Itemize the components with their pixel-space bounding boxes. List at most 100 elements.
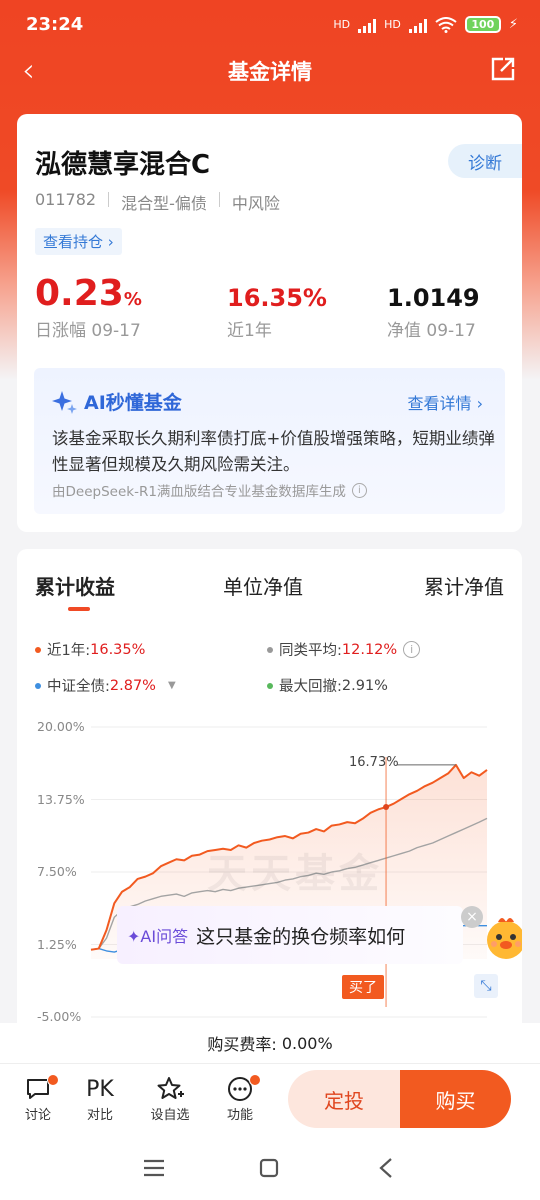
info-icon[interactable]: i xyxy=(351,482,367,498)
ai-source-text: 由DeepSeek-R1满血版结合专业基金数据库生成 xyxy=(52,484,346,500)
fund-type: 混合型-偏债 xyxy=(121,194,207,213)
legend-fund: 近1年: 16.35% xyxy=(35,639,145,660)
daily-change-label: 日涨幅 09-17 xyxy=(35,321,141,341)
nav-label: 净值 09-17 xyxy=(387,321,476,341)
wifi-icon xyxy=(435,16,457,33)
year-return-label: 近1年 xyxy=(227,321,272,341)
ai-qa-tag: ✦AI问答 xyxy=(127,923,188,947)
share-icon[interactable] xyxy=(490,56,516,82)
discuss-button[interactable]: 讨论 xyxy=(13,1074,63,1123)
home-icon[interactable] xyxy=(259,1158,279,1178)
fund-risk: 中风险 xyxy=(231,194,280,213)
legend-dot xyxy=(35,646,41,653)
sparkle-icon xyxy=(52,390,77,414)
back-nav-icon[interactable] xyxy=(378,1157,394,1179)
tab-cumulative-nav[interactable]: 累计净值 xyxy=(424,571,504,600)
ai-summary-text: 该基金采取长久期利率债打底+价值股增强策略，短期业绩弹性显著但规模及久期风险需关… xyxy=(52,429,495,474)
divider xyxy=(218,192,220,207)
compare-label: 对比 xyxy=(86,1108,113,1123)
y-tick-label: 1.25% xyxy=(37,936,77,952)
ai-source-note: 由DeepSeek-R1满血版结合专业基金数据库生成 i xyxy=(52,480,367,500)
mascot-icon[interactable] xyxy=(480,912,522,964)
legend-peer: 同类平均: 12.12% i xyxy=(267,639,421,660)
ai-summary-title-text: AI秒懂基金 xyxy=(84,392,182,414)
fund-summary-card: 泓德慧享混合C 诊断 011782 混合型-偏债 中风险 查看持仓 › 0.23… xyxy=(17,114,522,532)
add-watchlist-button[interactable]: 设自选 xyxy=(145,1074,195,1123)
buy-point xyxy=(383,804,390,811)
legend-dot xyxy=(267,646,273,653)
legend-fund-value: 16.35% xyxy=(90,641,146,658)
status-bar: 23:24 HD HD 100 ⚡ xyxy=(0,0,540,50)
menu-icon[interactable] xyxy=(143,1159,165,1177)
expand-icon[interactable]: ⤡ xyxy=(474,974,498,998)
status-time: 23:24 xyxy=(26,14,84,35)
ai-qa-text: 这只基金的换仓频率如何 xyxy=(196,925,406,948)
view-holdings-link[interactable]: 查看持仓 › xyxy=(35,228,122,255)
y-tick-label: 20.00% xyxy=(37,719,85,734)
legend-fund-label: 近1年: xyxy=(47,643,91,659)
charging-icon: ⚡ xyxy=(508,17,518,32)
purchase-fee-bar: 购买费率: 0.00% xyxy=(0,1023,540,1063)
performance-card: 累计收益 单位净值 累计净值 近1年: 16.35% 同类平均: 12.12% i … xyxy=(17,549,522,1049)
sparkle-icon: ✦ xyxy=(127,927,141,946)
performance-tabs: 累计收益 单位净值 累计净值 xyxy=(17,571,522,611)
active-tab-indicator xyxy=(68,607,90,611)
sip-button[interactable]: 定投 xyxy=(288,1070,400,1128)
fund-name: 泓德慧享混合C xyxy=(35,150,211,180)
pk-icon: PK xyxy=(86,1076,114,1102)
diagnose-button[interactable]: 诊断 xyxy=(448,144,522,178)
ai-summary-title: AI秒懂基金 xyxy=(52,388,182,415)
daily-change-unit: % xyxy=(123,289,142,310)
metric-daily-change: 0.23% 日涨幅 09-17 xyxy=(35,273,142,342)
signal-icon xyxy=(358,17,377,33)
legend-peer-value: 12.12% xyxy=(341,641,398,658)
legend-index-value: 2.87% xyxy=(109,677,156,694)
tab-cumulative-return[interactable]: 累计收益 xyxy=(35,571,115,600)
compare-button[interactable]: PK 对比 xyxy=(75,1074,125,1124)
y-tick-label: -5.00% xyxy=(37,1009,82,1024)
legend-drawdown: 最大回撤: 2.91% xyxy=(267,675,388,696)
year-return-value: 16.35% xyxy=(227,284,327,312)
fee-label: 购买费率: xyxy=(207,1035,277,1054)
page-title: 基金详情 xyxy=(228,60,312,84)
daily-change-value: 0.23 xyxy=(35,273,124,314)
ai-qa-tag-text: AI问答 xyxy=(140,927,189,946)
legend-dd-value: 2.91% xyxy=(341,677,388,694)
network-type-1: HD xyxy=(333,18,351,31)
fund-code: 011782 xyxy=(35,190,97,209)
y-tick-label: 7.50% xyxy=(37,864,77,879)
legend-index[interactable]: 中证全债: 2.87% ▼ xyxy=(35,675,176,696)
bottom-action-bar: 讨论 PK 对比 设自选 功能 定投 购买 xyxy=(0,1063,540,1137)
metric-nav: 1.0149 净值 09-17 xyxy=(387,274,480,341)
ai-summary-box[interactable]: AI秒懂基金 查看详情 › 该基金采取长久期利率债打底+价值股增强策略，短期业绩… xyxy=(34,368,505,514)
fund-metrics: 0.23% 日涨幅 09-17 16.35% 近1年 1.0149 净值 09-… xyxy=(17,274,522,354)
peak-label: 16.73% xyxy=(349,755,399,770)
fund-meta: 011782 混合型-偏债 中风险 xyxy=(35,190,280,214)
legend-dot xyxy=(267,682,273,689)
watermark: 天天基金 xyxy=(207,850,383,897)
y-tick-label: 13.75% xyxy=(37,791,85,807)
metric-year-return: 16.35% 近1年 xyxy=(227,274,327,341)
buy-marker[interactable]: 买了 xyxy=(342,975,384,999)
legend-peer-label: 同类平均: xyxy=(279,643,342,659)
signal-icon-2 xyxy=(408,17,427,33)
divider xyxy=(108,192,110,207)
notification-dot xyxy=(47,1074,59,1086)
tab-unit-nav[interactable]: 单位净值 xyxy=(223,571,303,600)
legend-dot xyxy=(35,682,41,689)
system-nav-bar xyxy=(0,1137,540,1200)
watchlist-label: 设自选 xyxy=(150,1108,190,1123)
notification-dot xyxy=(249,1074,261,1086)
network-type-2: HD xyxy=(384,18,401,31)
nav-bar: ‹ 基金详情 xyxy=(0,48,540,94)
discuss-label: 讨论 xyxy=(24,1108,51,1123)
ai-view-details-link[interactable]: 查看详情 › xyxy=(408,390,484,414)
buy-button[interactable]: 购买 xyxy=(400,1070,511,1128)
info-icon[interactable]: i xyxy=(403,641,421,658)
status-icons: HD HD 100 ⚡ xyxy=(333,16,518,33)
chart-area[interactable]: 天天基金 16.73% 20.00% 13.75% 7.50% 1.25% -5.00% xyxy=(17,711,522,1024)
battery-icon: 100 xyxy=(464,16,501,33)
dropdown-icon[interactable]: ▼ xyxy=(168,680,176,691)
more-functions-button[interactable]: 功能 xyxy=(215,1074,265,1123)
ai-qa-prompt[interactable]: ✦AI问答 这只基金的换仓频率如何 xyxy=(117,906,463,964)
